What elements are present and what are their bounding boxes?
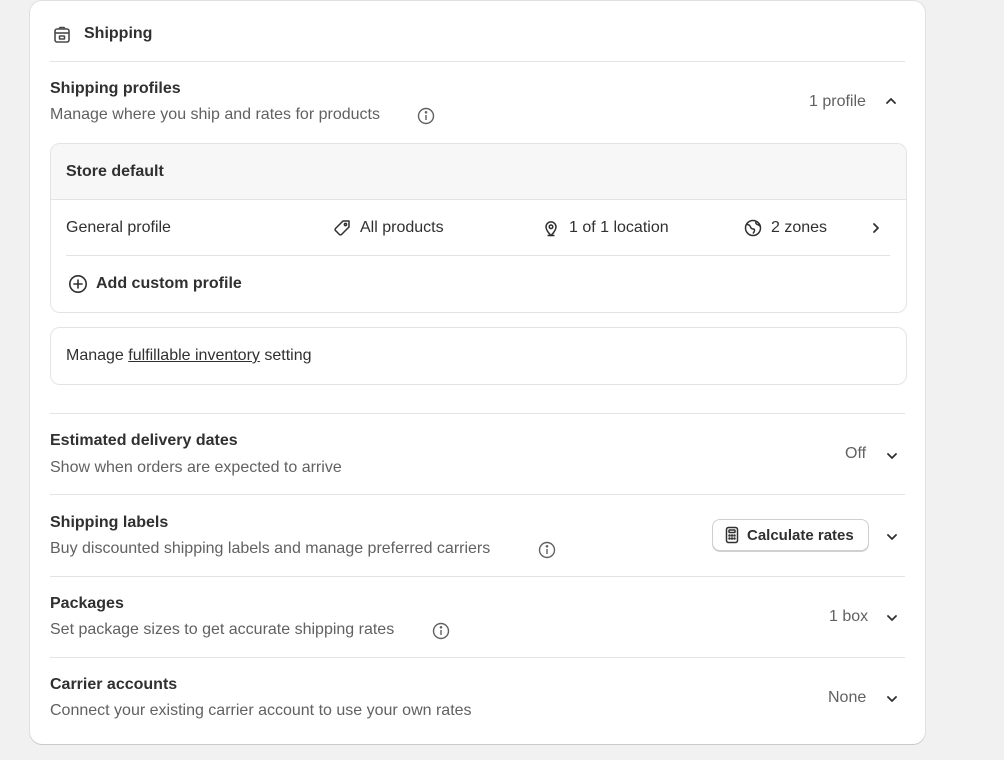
add-custom-profile-button[interactable]: Add custom profile	[66, 268, 266, 298]
divider	[50, 576, 905, 577]
card-title: Shipping	[84, 25, 153, 42]
store-default-title: Store default	[66, 163, 164, 180]
calculate-rates-label: Calculate rates	[747, 526, 854, 544]
profile-count: 1 profile	[809, 93, 866, 110]
divider	[50, 494, 905, 495]
chevron-down-icon[interactable]	[882, 689, 902, 709]
plus-circle-icon	[68, 274, 88, 294]
fulfillable-inventory-link[interactable]: fulfillable inventory	[128, 347, 260, 364]
divider	[50, 657, 905, 658]
store-default-header	[51, 144, 906, 200]
store-default-box: Store default General profile All produc…	[50, 143, 907, 313]
estimated-delivery-value: Off	[845, 445, 867, 462]
inventory-box: Manage fulfillable inventory setting	[50, 327, 907, 385]
general-profile-products: All products	[360, 219, 444, 236]
info-icon[interactable]	[538, 541, 556, 559]
calculate-rates-button[interactable]: Calculate rates	[712, 519, 869, 551]
chevron-up-icon[interactable]	[881, 91, 901, 111]
location-pin-icon	[542, 219, 560, 237]
packages-value: 1 box	[829, 608, 869, 625]
tag-icon	[333, 219, 351, 237]
chevron-down-icon[interactable]	[882, 608, 902, 628]
estimated-delivery-title: Estimated delivery dates	[50, 432, 238, 449]
inventory-prefix: Manage	[66, 347, 124, 364]
info-icon[interactable]	[432, 622, 450, 640]
shipping-card: Shipping Shipping profiles Manage where …	[30, 1, 925, 744]
packages-subtitle: Set package sizes to get accurate shippi…	[50, 621, 395, 638]
general-profile-name: General profile	[66, 219, 171, 236]
shipping-labels-subtitle: Buy discounted shipping labels and manag…	[50, 540, 491, 557]
general-profile-row[interactable]: General profile All products 1 of 1 loca…	[51, 200, 906, 255]
estimated-delivery-subtitle: Show when orders are expected to arrive	[50, 459, 342, 476]
shipping-box-icon	[52, 25, 72, 45]
shipping-profiles-title: Shipping profiles	[50, 80, 181, 97]
shipping-labels-title: Shipping labels	[50, 514, 169, 531]
chevron-down-icon[interactable]	[882, 527, 902, 547]
divider	[50, 413, 905, 414]
carrier-accounts-title: Carrier accounts	[50, 676, 178, 693]
carrier-accounts-subtitle: Connect your existing carrier account to…	[50, 702, 472, 719]
chevron-down-icon[interactable]	[882, 446, 902, 466]
general-profile-zones: 2 zones	[771, 219, 828, 236]
general-profile-locations: 1 of 1 location	[569, 219, 669, 236]
row-divider	[66, 255, 890, 256]
add-custom-profile-label: Add custom profile	[96, 275, 242, 292]
globe-icon	[744, 219, 762, 237]
packages-title: Packages	[50, 595, 124, 612]
inventory-text: Manage fulfillable inventory setting	[66, 347, 312, 365]
carrier-accounts-value: None	[828, 689, 867, 706]
inventory-suffix: setting	[264, 347, 312, 364]
chevron-right-icon	[866, 218, 886, 238]
info-icon[interactable]	[417, 107, 435, 125]
divider	[50, 61, 905, 62]
calculator-icon	[723, 526, 741, 544]
shipping-profiles-subtitle: Manage where you ship and rates for prod…	[50, 106, 380, 123]
